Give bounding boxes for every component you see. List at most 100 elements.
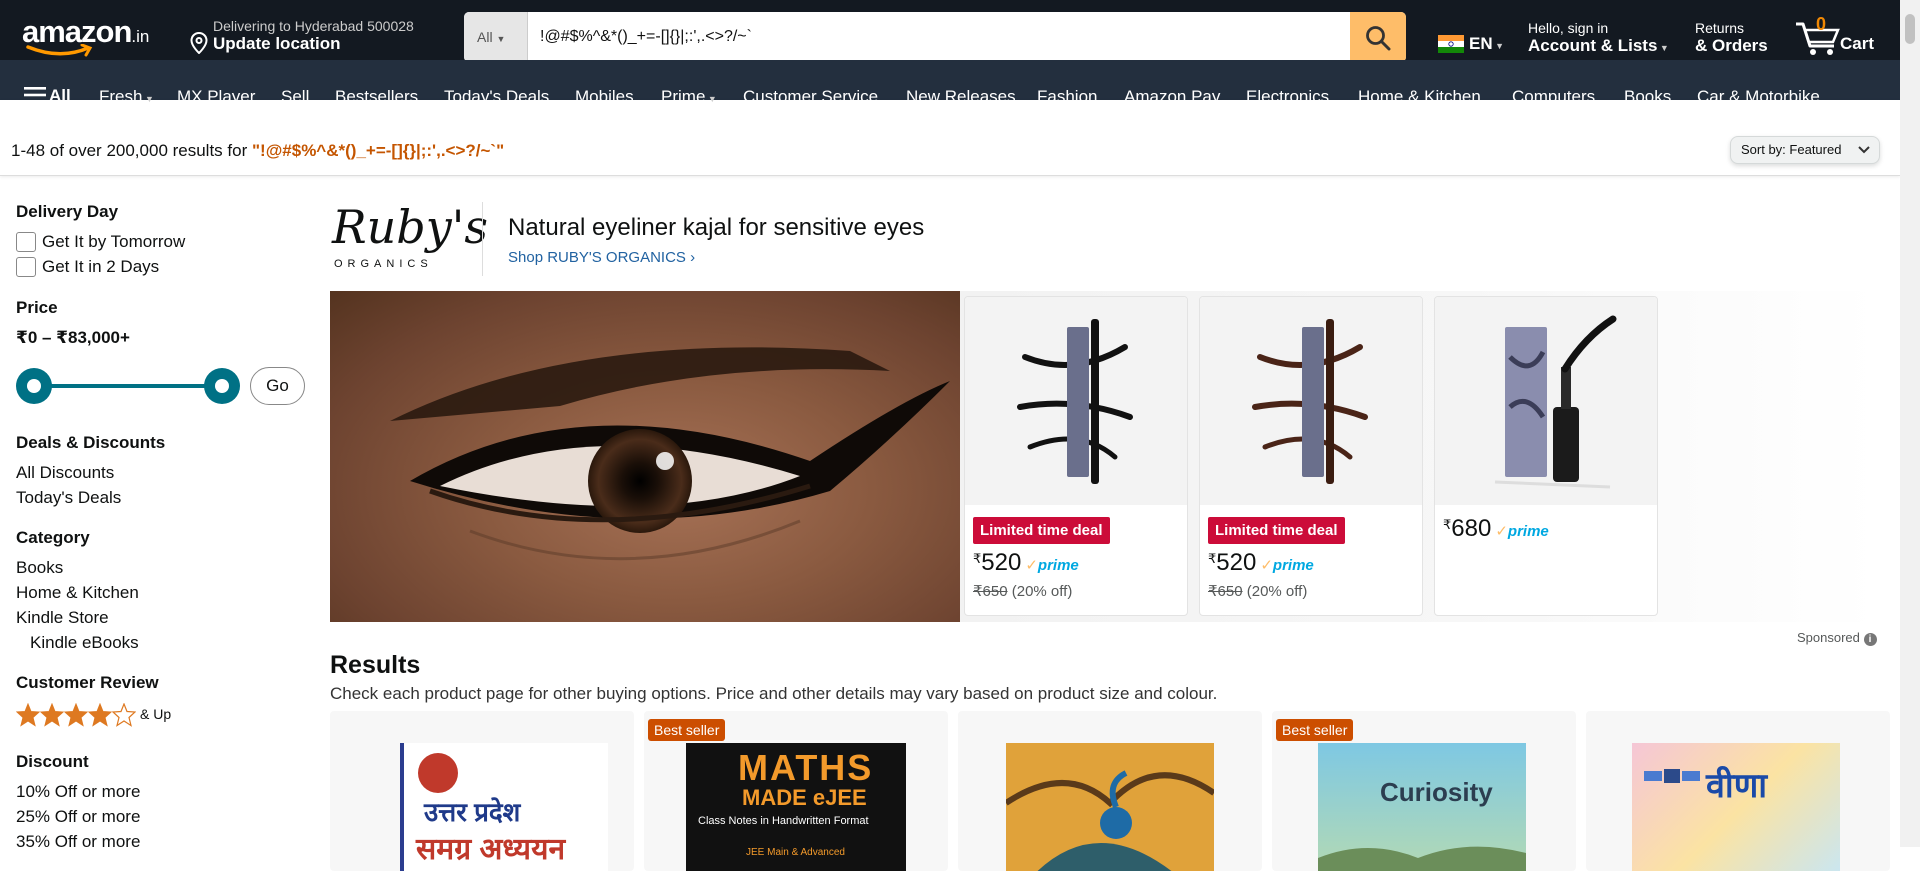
sponsored-product-card[interactable]: Limited time deal ₹520 ✓prime ₹650 (20% o… — [1199, 296, 1423, 616]
brand-logo-sub: ORGANICS — [334, 258, 433, 270]
book-title-maths: MATHS — [738, 747, 874, 788]
prime-label: prime — [1507, 523, 1549, 540]
category-kindle-store-link[interactable]: Kindle Store — [16, 608, 109, 628]
results-subheading: Check each product page for other buying… — [330, 684, 1218, 703]
satellite-icon — [1644, 769, 1700, 783]
prime-check-icon: ✓ — [1260, 557, 1273, 574]
product-image[interactable] — [1200, 297, 1422, 505]
currency-symbol: ₹ — [1443, 517, 1452, 532]
cart-count-badge: 0 — [1816, 14, 1827, 34]
account-lists-label: Account & Lists ▼ — [1528, 36, 1669, 56]
search-icon — [1366, 26, 1391, 51]
brand-hero-image[interactable] — [330, 291, 960, 622]
get-it-2-days-label[interactable]: Get It in 2 Days — [42, 257, 159, 277]
sponsored-product-card[interactable]: ₹680 ✓prime — [1434, 296, 1658, 616]
logo-suffix: .in — [131, 27, 150, 46]
book-cover-image[interactable]: वीणा — [1632, 743, 1840, 871]
four-stars-up-filter[interactable]: & Up — [15, 702, 171, 732]
product-price: ₹520 ✓prime — [1208, 549, 1314, 577]
sign-in-greeting: Hello, sign in — [1528, 20, 1609, 36]
page-scrollbar[interactable] — [1900, 0, 1920, 847]
eye-closeup-image — [390, 347, 950, 561]
book-subtitle: Class Notes in Handwritten Format — [698, 815, 869, 827]
update-location-link[interactable]: Update location — [213, 34, 341, 54]
get-it-2-days-checkbox[interactable] — [16, 257, 36, 277]
eyeliner-image — [1017, 319, 1133, 484]
product-image[interactable] — [965, 297, 1187, 505]
price-value: 520 — [1216, 549, 1257, 576]
sponsored-text: Sponsored — [1797, 630, 1860, 645]
category-home-kitchen-link[interactable]: Home & Kitchen — [16, 583, 139, 603]
chevron-down-icon: ▼ — [496, 34, 506, 44]
orders-label: & Orders — [1695, 36, 1768, 55]
book-cover-image[interactable]: Curiosity — [1318, 743, 1526, 871]
results-count: 1-48 of over 200,000 results for "!@#$%^… — [11, 141, 504, 161]
search-category-value: All — [477, 29, 493, 45]
book-exam-label: JEE Main & Advanced — [746, 847, 845, 858]
deliver-to-label: Delivering to Hyderabad 500028 — [213, 18, 414, 34]
discount-35-link[interactable]: 35% Off or more — [16, 832, 140, 852]
publisher-seal-icon — [418, 753, 458, 793]
sponsored-label[interactable]: Sponsored i — [1797, 630, 1877, 646]
returns-label: Returns — [1695, 20, 1745, 36]
cart-label[interactable]: Cart — [1840, 34, 1874, 54]
prime-check-icon: ✓ — [1025, 557, 1038, 574]
prime-badge: ✓prime — [1260, 557, 1313, 574]
mrp-line: ₹650 (20% off) — [1208, 582, 1307, 600]
discount-percent: (20% off) — [1246, 583, 1308, 600]
language-selector[interactable]: EN ▼ — [1469, 34, 1504, 54]
account-lists-text: Account & Lists — [1528, 36, 1658, 55]
price-slider-max-handle[interactable] — [204, 368, 240, 404]
result-card[interactable] — [958, 711, 1262, 871]
product-image[interactable] — [1435, 297, 1657, 505]
peacock-art-image — [1004, 743, 1216, 871]
info-icon: i — [1863, 633, 1877, 646]
todays-deals-link[interactable]: Today's Deals — [16, 488, 121, 508]
mascara-image — [1494, 315, 1617, 489]
star-rating-icon — [15, 702, 137, 727]
price-slider-min-handle[interactable] — [16, 368, 52, 404]
search-button[interactable] — [1350, 12, 1406, 62]
prime-label: prime — [1037, 557, 1079, 574]
book-cover-image[interactable]: उत्तर प्रदेश समग्र अध्ययन — [400, 743, 608, 871]
category-books-link[interactable]: Books — [16, 558, 63, 578]
search-bar: All ▼ — [464, 12, 1406, 62]
get-it-tomorrow-checkbox[interactable] — [16, 232, 36, 252]
sponsored-product-card[interactable]: Limited time deal ₹520 ✓prime ₹650 (20% o… — [964, 296, 1188, 616]
search-category-select[interactable]: All ▼ — [464, 12, 528, 62]
search-input[interactable] — [528, 12, 1314, 62]
book-cover-image[interactable] — [1004, 743, 1216, 871]
mrp-line: ₹650 (20% off) — [973, 582, 1072, 600]
book-title-veena: वीणा — [1706, 767, 1768, 805]
results-query: "!@#$%^&*()_+=-[]{}|;:',.<>?/~`" — [251, 141, 505, 160]
best-seller-badge: Best seller — [648, 719, 726, 741]
sort-value: Featured — [1789, 142, 1842, 157]
rubys-organics-logo[interactable]: Ruby's ORGANICS — [330, 200, 488, 280]
result-card[interactable]: वीणा — [1586, 711, 1890, 871]
price-go-button[interactable]: Go — [250, 367, 305, 405]
currency-symbol: ₹ — [1208, 551, 1217, 566]
result-card[interactable]: Best seller MATHS MADE eJEE Class Notes … — [644, 711, 948, 871]
prime-check-icon: ✓ — [1495, 523, 1508, 540]
book-cover-image[interactable]: MATHS MADE eJEE Class Notes in Handwritt… — [686, 743, 906, 871]
shop-brand-link[interactable]: Shop RUBY'S ORGANICS › — [508, 249, 695, 266]
result-card[interactable]: उत्तर प्रदेश समग्र अध्ययन — [330, 711, 634, 871]
brand-logo-word: Ruby's — [332, 200, 488, 254]
price-slider-track[interactable] — [34, 384, 222, 388]
brand-headline[interactable]: Natural eyeliner kajal for sensitive eye… — [508, 214, 924, 242]
prime-label: prime — [1272, 557, 1314, 574]
sort-dropdown[interactable]: Sort by: Featured — [1730, 136, 1880, 164]
currency-symbol: ₹ — [973, 551, 982, 566]
discount-10-link[interactable]: 10% Off or more — [16, 782, 140, 802]
book-title-made-ejee: MADE eJEE — [742, 785, 867, 810]
scrollbar-thumb[interactable] — [1905, 14, 1915, 44]
limited-deal-badge: Limited time deal — [1208, 517, 1345, 544]
get-it-tomorrow-label[interactable]: Get It by Tomorrow — [42, 232, 185, 252]
results-info-bar — [0, 100, 1900, 176]
best-seller-badge: Best seller — [1276, 719, 1354, 741]
all-discounts-link[interactable]: All Discounts — [16, 463, 114, 483]
category-kindle-ebooks-link[interactable]: Kindle eBooks — [30, 633, 139, 653]
landscape-image — [1318, 846, 1526, 871]
discount-25-link[interactable]: 25% Off or more — [16, 807, 140, 827]
result-card[interactable]: Best seller Curiosity — [1272, 711, 1576, 871]
